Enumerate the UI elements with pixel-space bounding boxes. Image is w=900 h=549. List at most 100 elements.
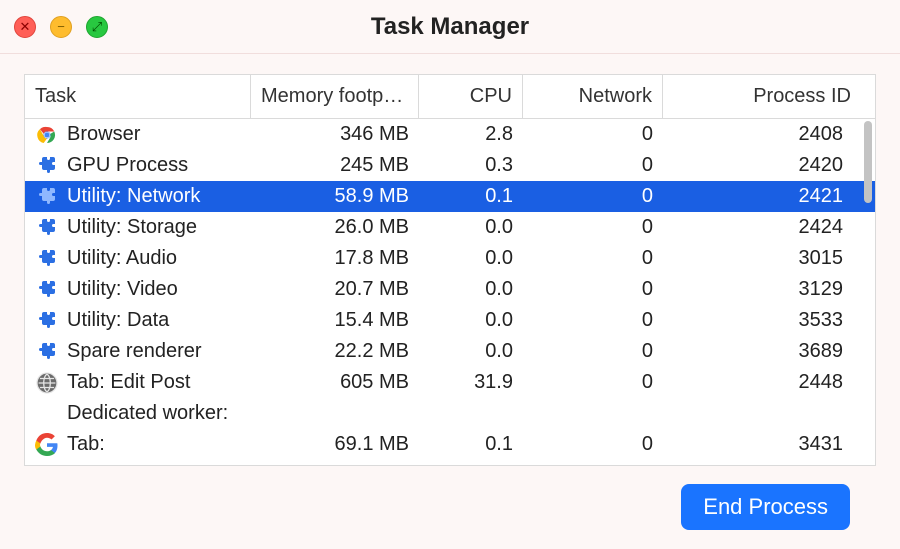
cell-network: 0: [523, 154, 663, 177]
puzzle-icon: [35, 185, 59, 209]
table-row[interactable]: GPU Process 245 MB0.302420: [25, 150, 875, 181]
table-row[interactable]: Utility: Video 20.7 MB0.003129: [25, 274, 875, 305]
cell-network: 0: [523, 309, 663, 332]
puzzle-icon: [35, 309, 59, 333]
google-icon: [35, 433, 59, 457]
cell-task: Utility: Audio: [25, 247, 251, 271]
task-name: GPU Process: [67, 154, 188, 177]
puzzle-icon: [35, 216, 59, 240]
table-row[interactable]: Utility: Storage 26.0 MB0.002424: [25, 212, 875, 243]
cell-task: Tab: Edit Post: [25, 371, 251, 395]
table-row[interactable]: Tab: Edit Post 605 MB31.902448: [25, 367, 875, 398]
task-name: Utility: Data: [67, 309, 169, 332]
task-name: Dedicated worker:: [67, 402, 228, 425]
table-row[interactable]: Browser 346 MB2.802408: [25, 119, 875, 150]
table-body: Browser346 MB2.802408GPU Process245 MB0.…: [25, 119, 875, 465]
cell-cpu: 0.1: [419, 433, 523, 456]
cell-process-id: 3431: [663, 433, 861, 456]
cell-cpu: 0.0: [419, 309, 523, 332]
table-row[interactable]: Dedicated worker:: [25, 398, 875, 429]
cell-memory: 15.4 MB: [251, 309, 419, 332]
task-name: Browser: [67, 123, 140, 146]
task-name: Tab:: [67, 433, 105, 456]
cell-process-id: 2424: [663, 216, 861, 239]
minimize-icon[interactable]: −: [50, 16, 72, 38]
cell-process-id: 3533: [663, 309, 861, 332]
content-area: Task Memory footp… CPU Network Process I…: [0, 54, 900, 530]
cell-network: 0: [523, 278, 663, 301]
cell-cpu: 0.0: [419, 247, 523, 270]
cell-cpu: 0.0: [419, 340, 523, 363]
cell-cpu: 2.8: [419, 123, 523, 146]
cell-network: 0: [523, 247, 663, 270]
cell-cpu: 0.1: [419, 185, 523, 208]
table-row[interactable]: Utility: Audio 17.8 MB0.003015: [25, 243, 875, 274]
cell-network: 0: [523, 371, 663, 394]
task-name: Tab: Edit Post: [67, 371, 190, 394]
cell-network: 0: [523, 123, 663, 146]
cell-task: Utility: Video: [25, 278, 251, 302]
cell-memory: 69.1 MB: [251, 433, 419, 456]
window-controls: ✕ − ⤢: [14, 16, 108, 38]
task-name: Utility: Storage: [67, 216, 197, 239]
puzzle-icon: [35, 340, 59, 364]
blank-icon: [35, 402, 59, 426]
cell-process-id: 2408: [663, 123, 861, 146]
end-process-button[interactable]: End Process: [681, 484, 850, 530]
task-name: Spare renderer: [67, 340, 202, 363]
cell-memory: 26.0 MB: [251, 216, 419, 239]
task-name: Utility: Network: [67, 185, 200, 208]
cell-process-id: 2448: [663, 371, 861, 394]
cell-network: 0: [523, 185, 663, 208]
cell-process-id: 3015: [663, 247, 861, 270]
puzzle-icon: [35, 278, 59, 302]
cell-task: Browser: [25, 123, 251, 147]
cell-process-id: 2420: [663, 154, 861, 177]
cell-process-id: 3689: [663, 340, 861, 363]
col-header-memory[interactable]: Memory footp…: [251, 75, 419, 118]
col-header-cpu[interactable]: CPU: [419, 75, 523, 118]
puzzle-icon: [35, 247, 59, 271]
col-header-network[interactable]: Network: [523, 75, 663, 118]
cell-process-id: 3129: [663, 278, 861, 301]
cell-network: 0: [523, 216, 663, 239]
chrome-icon: [35, 123, 59, 147]
scrollbar-thumb[interactable]: [864, 121, 872, 203]
cell-task: Utility: Data: [25, 309, 251, 333]
cell-memory: 58.9 MB: [251, 185, 419, 208]
cell-cpu: 31.9: [419, 371, 523, 394]
table-row[interactable]: Utility: Data 15.4 MB0.003533: [25, 305, 875, 336]
footer: End Process: [24, 466, 876, 530]
cell-memory: 605 MB: [251, 371, 419, 394]
cell-process-id: 2421: [663, 185, 861, 208]
close-icon[interactable]: ✕: [14, 16, 36, 38]
cell-memory: 22.2 MB: [251, 340, 419, 363]
cell-cpu: 0.0: [419, 278, 523, 301]
cell-network: 0: [523, 340, 663, 363]
cell-memory: 346 MB: [251, 123, 419, 146]
cell-cpu: 0.3: [419, 154, 523, 177]
cell-memory: 245 MB: [251, 154, 419, 177]
table-row[interactable]: Utility: Network 58.9 MB0.102421: [25, 181, 875, 212]
col-header-process-id[interactable]: Process ID: [663, 75, 861, 118]
task-name: Utility: Audio: [67, 247, 177, 270]
window-title: Task Manager: [371, 13, 529, 41]
cell-task: Dedicated worker:: [25, 402, 251, 426]
cell-cpu: 0.0: [419, 216, 523, 239]
table-row[interactable]: Spare renderer 22.2 MB0.003689: [25, 336, 875, 367]
cell-memory: 17.8 MB: [251, 247, 419, 270]
cell-task: Utility: Network: [25, 185, 251, 209]
process-table: Task Memory footp… CPU Network Process I…: [24, 74, 876, 466]
cell-task: Utility: Storage: [25, 216, 251, 240]
titlebar: ✕ − ⤢ Task Manager: [0, 0, 900, 54]
cell-task: Tab:: [25, 433, 251, 457]
cell-memory: 20.7 MB: [251, 278, 419, 301]
task-name: Utility: Video: [67, 278, 178, 301]
globe-icon: [35, 371, 59, 395]
table-row[interactable]: Tab: 69.1 MB0.103431: [25, 429, 875, 460]
col-header-task[interactable]: Task: [25, 75, 251, 118]
zoom-icon[interactable]: ⤢: [86, 16, 108, 38]
cell-network: 0: [523, 433, 663, 456]
table-header: Task Memory footp… CPU Network Process I…: [25, 75, 875, 119]
cell-task: Spare renderer: [25, 340, 251, 364]
